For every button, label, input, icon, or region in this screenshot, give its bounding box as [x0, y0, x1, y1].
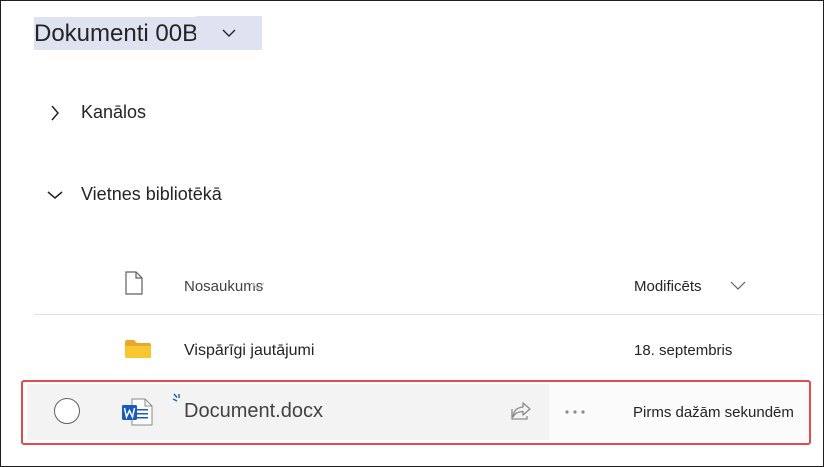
chevron-down-icon[interactable] [730, 277, 746, 295]
chevron-down-icon [222, 29, 236, 37]
chevron-down-icon[interactable] [47, 187, 63, 203]
chevron-right-icon[interactable] [47, 105, 63, 121]
library-title-picker[interactable]: Dokumenti 00B [34, 16, 263, 50]
column-header-modified[interactable]: Modificēts [634, 278, 702, 295]
share-icon[interactable] [510, 401, 532, 426]
library-title[interactable]: Dokumenti 00B [34, 16, 199, 50]
word-doc-icon [121, 398, 153, 431]
chevron-down-icon[interactable] [251, 277, 265, 295]
section-channels-label: Kanālos [81, 102, 147, 122]
section-channels[interactable]: Kanālos [47, 102, 146, 123]
header-divider [34, 314, 823, 315]
section-site-library[interactable]: Vietnes bibliotēkā [47, 184, 222, 205]
more-options-icon[interactable] [564, 402, 586, 420]
document-library-view: Dokumenti 00B Kanālos Vietnes bibliotēkā… [0, 0, 824, 467]
folder-icon [124, 339, 152, 364]
section-site-library-label: Vietnes bibliotēkā [81, 184, 222, 204]
row-select-radio[interactable] [54, 398, 80, 424]
library-title-dropdown[interactable] [196, 16, 263, 50]
file-icon [124, 271, 144, 300]
document-modified: Pirms dažām sekundēm [633, 404, 794, 421]
document-name[interactable]: Document.docx [184, 400, 323, 423]
folder-modified: 18. septembris [634, 342, 733, 359]
folder-name[interactable]: Vispārīgi jautājumi [184, 342, 314, 360]
